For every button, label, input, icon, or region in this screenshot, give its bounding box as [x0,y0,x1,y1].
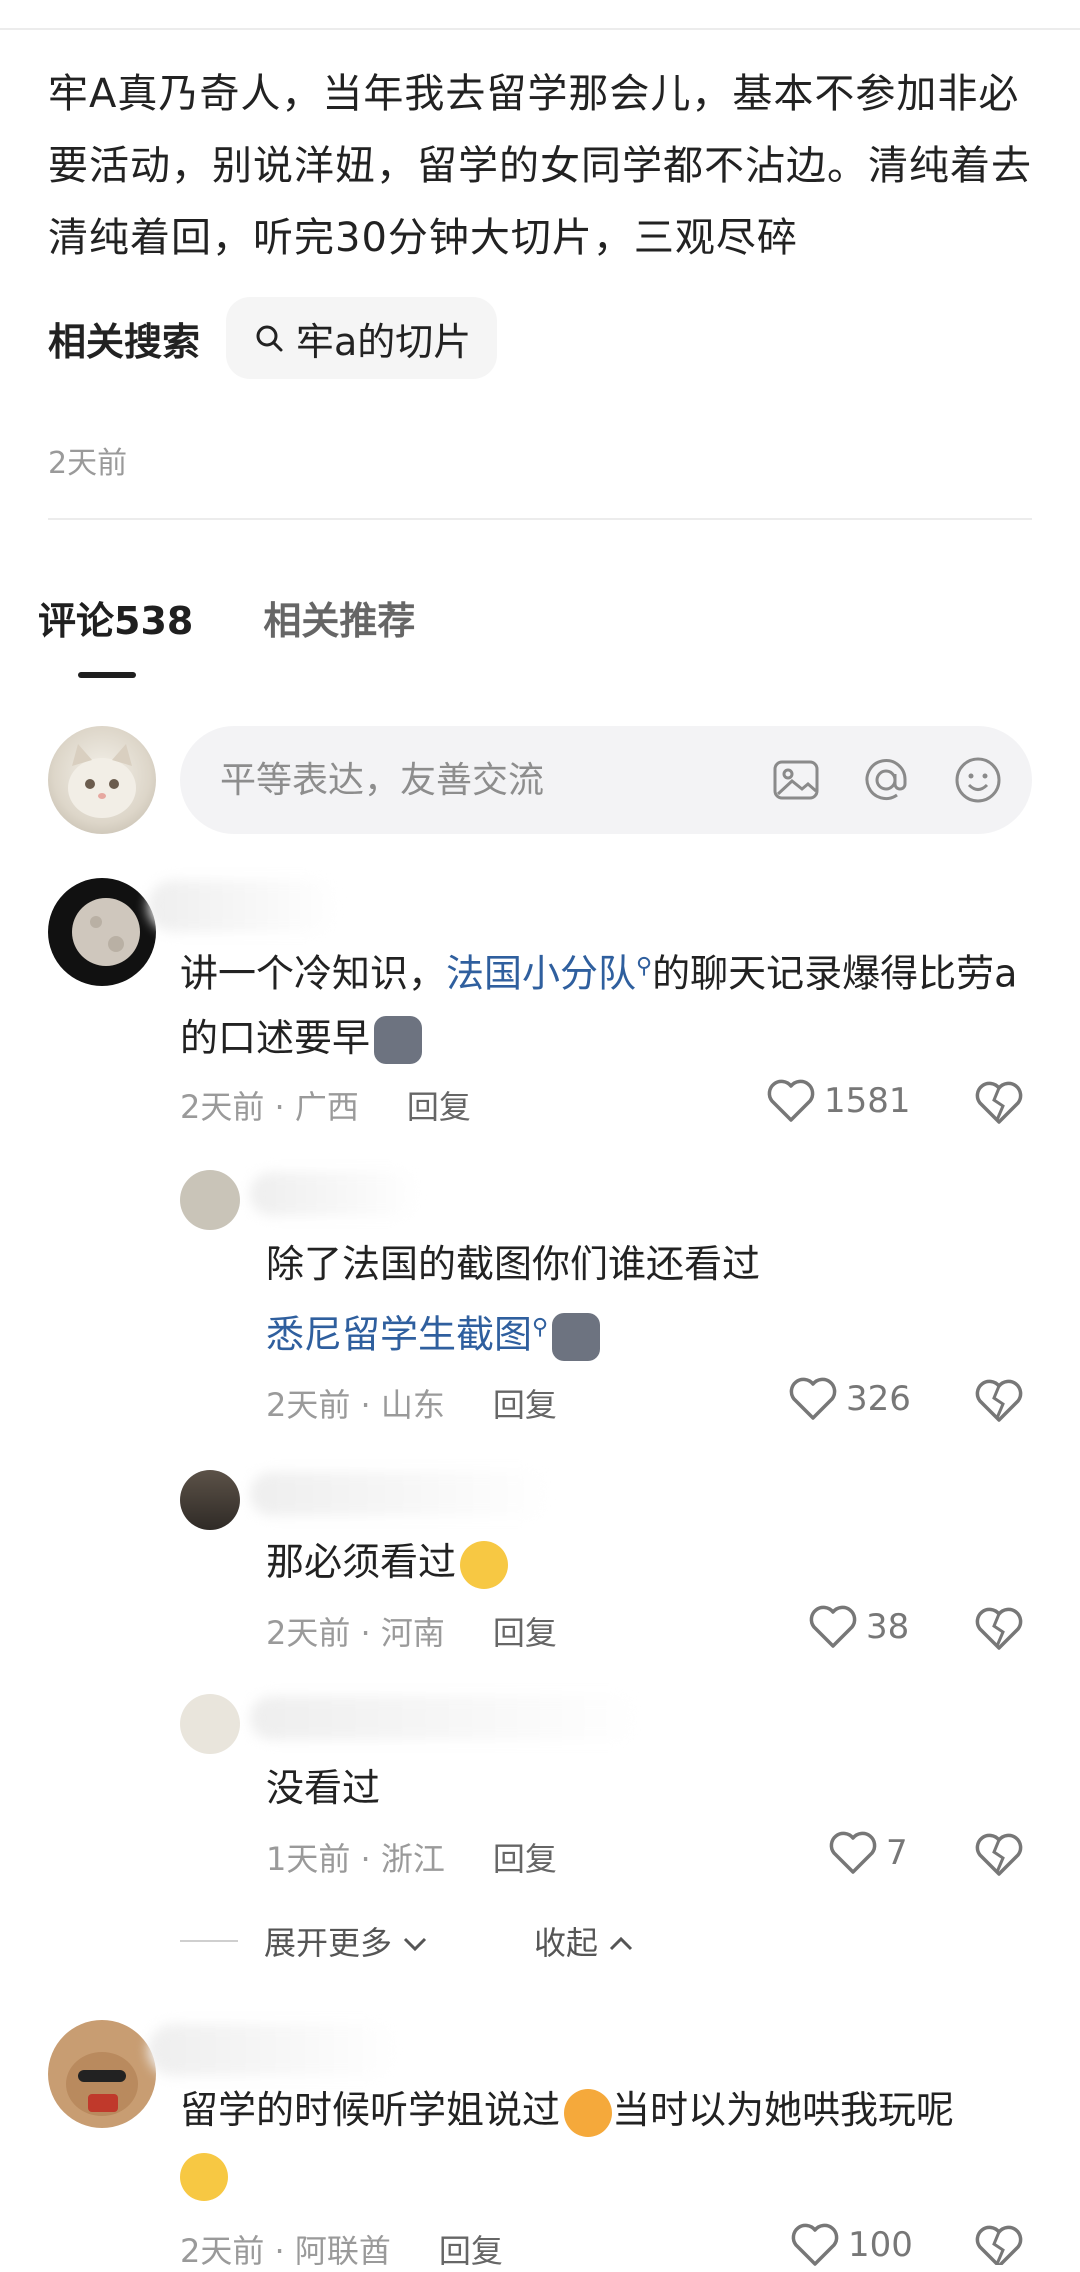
heart-icon [767,1079,815,1122]
reply-text: 没看过 [266,1756,1026,1820]
expand-more-button[interactable]: 展开更多 [264,1918,430,1964]
reply-text: 除了法国的截图你们谁还看过 悉尼留学生截图⚲ [266,1232,1026,1367]
comment-text-part: 当时以为她哄我玩呢 [612,2088,955,2132]
comment-meta: 2天前 · 阿联酋 回复 [180,2226,503,2272]
at-icon[interactable] [860,754,912,806]
reply-button[interactable]: 回复 [407,1088,471,1126]
emoji-icon[interactable] [952,754,1004,806]
reply-button[interactable]: 回复 [493,1614,557,1652]
crying-emoji-icon [180,2152,228,2201]
related-search-chip[interactable]: 牢a的切片 [226,297,498,379]
broken-heart-icon[interactable] [974,1606,1024,1652]
comment-input-box[interactable] [180,726,1032,834]
broken-heart-icon[interactable] [974,1080,1024,1126]
comment-text-part: 留学的时候听学姐说过 [180,2088,561,2132]
reply-username-blurred [250,1696,640,1740]
heart-icon [789,1377,837,1420]
comment-time-location: 2天前 · 广西 [180,1088,359,1126]
section-divider [48,518,1032,520]
hashtag-link[interactable]: 法国小分队 [446,952,636,996]
cat-avatar-icon [68,744,136,818]
comment-avatar[interactable] [48,878,156,986]
image-icon[interactable] [770,754,822,806]
moon-avatar-icon [72,898,140,966]
reply-meta: 2天前 · 山东 回复 [266,1380,557,1426]
tab-comments[interactable]: 评论538 [38,590,193,645]
reply-time-location: 2天前 · 山东 [266,1386,445,1424]
comment-username-blurred [148,880,338,932]
reply-time-location: 1天前 · 浙江 [266,1840,445,1878]
comment-username-blurred [148,2024,398,2076]
like-count: 1581 [824,1081,911,1121]
active-tab-indicator [78,672,136,678]
reply-text-line: 除了法国的截图你们谁还看过 [266,1242,761,1286]
like-count: 326 [846,1379,911,1419]
reply-avatar[interactable] [180,1170,240,1230]
grin-emoji-icon [460,1540,509,1589]
search-icon: ⚲ [532,1315,549,1340]
broken-heart-icon[interactable] [974,1832,1024,1878]
tab-bar: 评论538 相关推荐 [38,590,485,645]
heart-icon [829,1831,877,1874]
top-divider [0,28,1080,30]
related-search-query: 牢a的切片 [296,319,472,364]
broken-heart-icon[interactable] [974,1378,1024,1424]
post-time: 2天前 [48,446,128,481]
collapse-button[interactable]: 收起 [534,1918,636,1964]
like-button[interactable]: 100 [790,2222,913,2268]
reply-button[interactable]: 回复 [493,1840,557,1878]
husky-emoji-icon [552,1313,601,1362]
comment-text: 讲一个冷知识，法国小分队⚲的聊天记录爆得比劳a的口述要早 [180,935,1030,1070]
like-button[interactable]: 7 [828,1830,908,1876]
like-count: 100 [848,2225,913,2265]
reply-username-blurred [250,1172,420,1216]
reply-text-line: 没看过 [266,1766,381,1810]
tab-related[interactable]: 相关推荐 [263,590,415,645]
reply-meta: 1天前 · 浙江 回复 [266,1834,557,1880]
reply-username-blurred [250,1472,550,1516]
comment-input[interactable] [218,758,742,802]
husky-emoji-icon [374,1016,423,1065]
thread-controls: 展开更多 收起 [180,1918,636,1964]
post-text: 牢A真乃奇人，当年我去留学那会儿，基本不参加非必要活动，别说洋妞，留学的女同学都… [48,71,1032,261]
comment-avatar[interactable] [48,2020,156,2128]
hashtag-link[interactable]: 悉尼留学生截图 [266,1313,532,1357]
thread-line [180,1940,238,1942]
like-count: 38 [866,1607,910,1647]
reply-meta: 2天前 · 河南 回复 [266,1608,557,1654]
my-avatar[interactable] [48,726,156,834]
like-button[interactable]: 1581 [766,1078,911,1124]
expand-more-label: 展开更多 [264,1924,393,1962]
capybara-avatar-icon [66,2052,138,2116]
chevron-up-icon [609,1936,633,1951]
reply-avatar[interactable] [180,1470,240,1530]
broken-heart-icon[interactable] [974,2224,1024,2265]
comment-time-location: 2天前 · 阿联酋 [180,2232,391,2270]
laughing-crying-emoji-icon [564,2088,613,2137]
like-button[interactable]: 38 [808,1604,909,1650]
heart-icon [791,2223,839,2266]
reply-avatar[interactable] [180,1694,240,1754]
comment-text-part: 讲一个冷知识， [180,951,447,996]
reply-text: 那必须看过 [266,1530,1026,1594]
search-icon [256,325,283,352]
reply-button[interactable]: 回复 [493,1386,557,1424]
reply-text-line: 那必须看过 [266,1540,457,1584]
comment-meta: 2天前 · 广西 回复 [180,1082,471,1128]
search-icon: ⚲ [636,954,653,979]
related-search-label: 相关搜索 [48,319,201,364]
related-search: 相关搜索 牢a的切片 [48,296,498,380]
chevron-down-icon [403,1937,427,1952]
heart-icon [809,1605,857,1648]
reply-time-location: 2天前 · 河南 [266,1614,445,1652]
like-button[interactable]: 326 [788,1376,911,1422]
collapse-label: 收起 [534,1924,599,1962]
reply-button[interactable]: 回复 [439,2232,503,2270]
like-count: 7 [886,1833,908,1873]
comment-text: 留学的时候听学姐说过 当时以为她哄我玩呢 [180,2078,1030,2206]
